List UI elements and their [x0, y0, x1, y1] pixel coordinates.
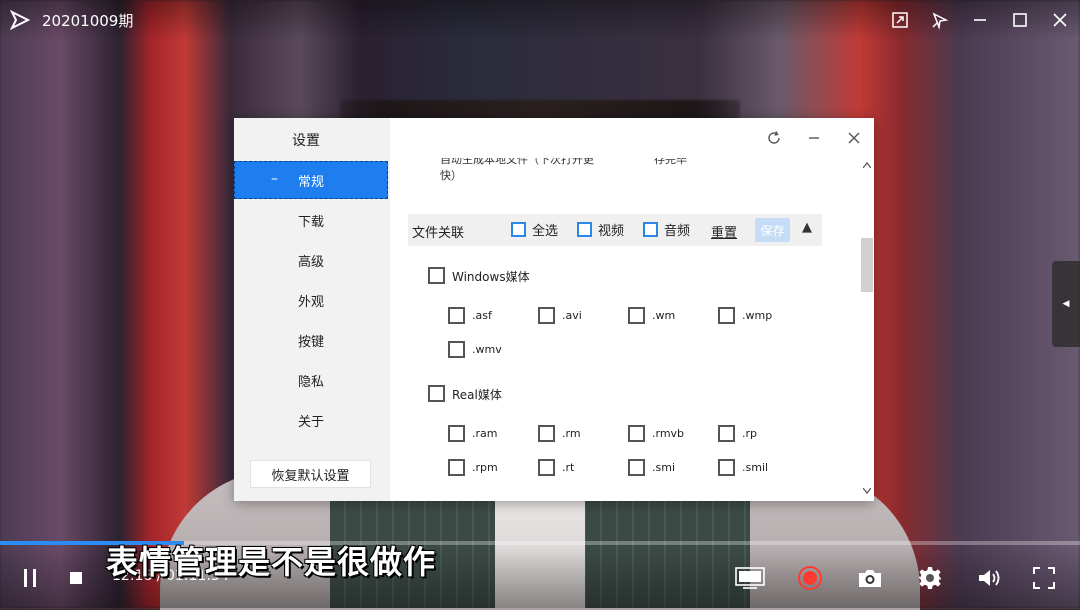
ext-checkbox-smi[interactable] [628, 459, 645, 476]
checkbox-box [643, 222, 658, 237]
video-title: 20201009期 [42, 12, 134, 30]
checkbox-label: 全选 [532, 224, 559, 239]
ext-checkbox-smil[interactable] [718, 459, 735, 476]
nav-item-label: 常规 [297, 174, 324, 190]
file-association-bar: 文件关联 全选 视频 音频 重置 保存 ▲ [408, 214, 822, 246]
restore-defaults-button[interactable]: 恢复默认设置 [250, 460, 371, 488]
scroll-thumb[interactable] [861, 238, 873, 292]
nav-item-label: 下载 [297, 214, 324, 230]
group-checkbox-real-media[interactable] [428, 385, 445, 402]
ext-checkbox-wmv[interactable] [448, 341, 465, 358]
file-association-label: 文件关联 [412, 226, 465, 241]
ext-label: .rp [742, 427, 758, 440]
screenshot-camera-icon[interactable] [856, 566, 884, 590]
settings-nav: 设置 – 常规 下载 高级 外观 按键 隐私 关于 恢复默认设置 [234, 118, 390, 501]
ext-checkbox-wmp[interactable] [718, 307, 735, 324]
video-checkbox[interactable]: 视频 [577, 220, 624, 239]
ext-label: .rpm [472, 461, 498, 474]
ext-checkbox-asf[interactable] [448, 307, 465, 324]
settings-dialog: 设置 – 常规 下载 高级 外观 按键 隐私 关于 恢复默认设置 自动生成本地文… [234, 118, 874, 501]
settings-title: 设置 [292, 133, 320, 149]
nav-item-appearance[interactable]: 外观 [234, 281, 388, 319]
scroll-down-icon[interactable] [863, 488, 871, 494]
dialog-close-icon[interactable] [844, 128, 864, 148]
group-checkbox-windows-media[interactable] [428, 267, 445, 284]
nav-item-general[interactable]: – 常规 [234, 161, 388, 199]
scroll-up-icon[interactable] [863, 162, 871, 168]
ext-checkbox-rpm[interactable] [448, 459, 465, 476]
volume-icon[interactable] [976, 566, 1004, 590]
app-logo-icon [9, 9, 31, 31]
nav-item-download[interactable]: 下载 [234, 201, 388, 239]
cut-off-option-text: 自动生成本地文件（下次打开更 [440, 153, 594, 166]
checkbox-box [511, 222, 526, 237]
fullscreen-icon[interactable] [1032, 566, 1056, 590]
cut-off-option-text: 存完毕 [654, 153, 687, 166]
caret-left-icon: ◀ [1062, 299, 1070, 309]
ext-label: .avi [562, 309, 582, 322]
nav-item-label: 按键 [297, 334, 324, 350]
nav-item-label: 高级 [297, 254, 324, 270]
ext-checkbox-rt[interactable] [538, 459, 555, 476]
group-label: Real媒体 [452, 388, 502, 402]
ext-label: .asf [472, 309, 492, 322]
nav-item-label: 隐私 [297, 374, 324, 390]
pause-icon[interactable] [20, 566, 40, 590]
settings-gear-icon[interactable] [916, 566, 944, 590]
nav-item-label: 外观 [297, 294, 324, 310]
settings-scrollbar[interactable] [860, 158, 874, 501]
checkbox-box [577, 222, 592, 237]
ext-label: .ram [472, 427, 498, 440]
nav-item-advanced[interactable]: 高级 [234, 241, 388, 279]
ext-label: .wm [652, 309, 676, 322]
checkbox-label: 音频 [664, 224, 691, 239]
ext-label: .wmv [472, 343, 502, 356]
select-all-checkbox[interactable]: 全选 [511, 220, 558, 239]
ext-label: .rt [562, 461, 575, 474]
ext-label: .rmvb [652, 427, 685, 440]
ext-checkbox-ram[interactable] [448, 425, 465, 442]
minimize-icon[interactable] [968, 8, 992, 32]
save-button[interactable]: 保存 [755, 218, 790, 242]
ext-label: .rm [562, 427, 581, 440]
dialog-minimize-icon[interactable] [804, 128, 824, 148]
settings-content: 自动生成本地文件（下次打开更 存完毕 快） 文件关联 全选 视频 音频 重置 保… [390, 118, 874, 501]
ext-checkbox-avi[interactable] [538, 307, 555, 324]
nav-item-label: 关于 [297, 414, 324, 430]
ext-checkbox-rm[interactable] [538, 425, 555, 442]
cut-off-option-text: 快） [440, 169, 462, 182]
nav-item-hotkeys[interactable]: 按键 [234, 321, 388, 359]
side-panel-toggle[interactable]: ◀ [1052, 261, 1080, 347]
ext-checkbox-rmvb[interactable] [628, 425, 645, 442]
nav-item-about[interactable]: 关于 [234, 401, 388, 439]
reset-link[interactable]: 重置 [711, 222, 737, 241]
nav-item-privacy[interactable]: 隐私 [234, 361, 388, 399]
pin-icon[interactable] [928, 8, 952, 32]
video-subtitle: 表情管理是不是很做作 [106, 543, 437, 581]
ext-checkbox-rp[interactable] [718, 425, 735, 442]
record-icon[interactable] [796, 566, 824, 590]
player-topbar: 20201009期 [0, 0, 1080, 40]
ext-label: .wmp [742, 309, 773, 322]
maximize-icon[interactable] [1008, 8, 1032, 32]
stop-icon[interactable] [68, 566, 84, 590]
ext-label: .smi [652, 461, 675, 474]
audio-checkbox[interactable]: 音频 [643, 220, 690, 239]
close-icon[interactable] [1048, 8, 1072, 32]
ext-label: .smil [742, 461, 769, 474]
checkbox-label: 视频 [598, 224, 625, 239]
refresh-icon[interactable] [764, 128, 784, 148]
screen-mode-icon[interactable] [734, 566, 766, 590]
group-label: Windows媒体 [452, 270, 530, 284]
ext-checkbox-wm[interactable] [628, 307, 645, 324]
mini-mode-icon[interactable] [888, 8, 912, 32]
active-marker: – [271, 171, 278, 187]
collapse-arrow-icon[interactable]: ▲ [802, 220, 812, 235]
